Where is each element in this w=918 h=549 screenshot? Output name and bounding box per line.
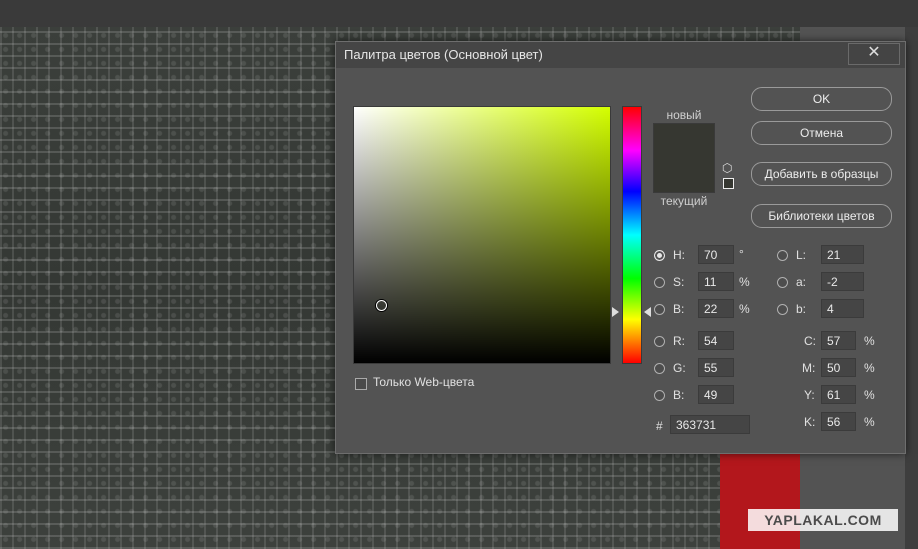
a-channel-label: a:: [796, 275, 807, 289]
magenta-field[interactable]: 50: [821, 358, 856, 377]
radio-blue[interactable]: [654, 390, 665, 401]
dialog-title: Палитра цветов (Основной цвет): [344, 47, 543, 62]
web-colors-checkbox[interactable]: [355, 378, 367, 390]
color-picker-dialog: Палитра цветов (Основной цвет) ✕ Только …: [335, 41, 906, 454]
hue-slider[interactable]: [622, 106, 642, 364]
hue-slider-right-arrow-icon[interactable]: [644, 307, 651, 317]
radio-saturation[interactable]: [654, 277, 665, 288]
close-icon[interactable]: ✕: [848, 43, 900, 65]
radio-hue[interactable]: [654, 250, 665, 261]
blue-label: B:: [673, 388, 685, 402]
b-channel-label: b:: [796, 302, 807, 316]
background-red-area: [720, 440, 800, 549]
cyan-field[interactable]: 57: [821, 331, 856, 350]
magenta-label: M:: [802, 361, 816, 375]
red-field[interactable]: 54: [698, 331, 734, 350]
watermark: YAPLAKAL.COM: [748, 509, 898, 531]
brightness-field[interactable]: 22: [698, 299, 734, 318]
out-of-gamut-cube-icon[interactable]: ⬡: [722, 162, 732, 174]
b-channel-field[interactable]: 4: [821, 299, 864, 318]
black-unit: %: [864, 415, 875, 429]
magenta-unit: %: [864, 361, 875, 375]
hex-label: #: [656, 419, 663, 433]
a-channel-field[interactable]: -2: [821, 272, 864, 291]
radio-a-channel[interactable]: [777, 277, 788, 288]
ok-button[interactable]: OK: [751, 87, 892, 111]
radio-green[interactable]: [654, 363, 665, 374]
lightness-field[interactable]: 21: [821, 245, 864, 264]
side-panel-strip: [905, 27, 918, 549]
saturation-field[interactable]: 11: [698, 272, 734, 291]
hue-field[interactable]: 70: [698, 245, 734, 264]
radio-lightness[interactable]: [777, 250, 788, 261]
black-field[interactable]: 56: [821, 412, 856, 431]
saturation-label: S:: [673, 275, 685, 289]
hue-slider-left-arrow-icon[interactable]: [612, 307, 619, 317]
green-label: G:: [673, 361, 686, 375]
color-libraries-button[interactable]: Библиотеки цветов: [751, 204, 892, 228]
yellow-label: Y:: [804, 388, 815, 402]
new-color-label: новый: [666, 108, 702, 122]
yellow-field[interactable]: 61: [821, 385, 856, 404]
yellow-unit: %: [864, 388, 875, 402]
hue-label: H:: [673, 248, 685, 262]
color-preview-swatch: [653, 123, 715, 193]
black-label: K:: [804, 415, 816, 429]
add-to-swatches-button[interactable]: Добавить в образцы: [751, 162, 892, 186]
web-safe-swatch-icon[interactable]: [723, 178, 734, 189]
hex-field[interactable]: 363731: [670, 415, 750, 434]
cyan-unit: %: [864, 334, 875, 348]
hue-unit: °: [739, 247, 744, 261]
radio-brightness[interactable]: [654, 304, 665, 315]
cyan-label: C:: [804, 334, 816, 348]
current-color-label: текущий: [660, 194, 708, 208]
green-field[interactable]: 55: [698, 358, 734, 377]
brightness-unit: %: [739, 302, 750, 316]
brightness-label: B:: [673, 302, 685, 316]
radio-b-channel[interactable]: [777, 304, 788, 315]
app-top-bar: [0, 0, 918, 28]
saturation-unit: %: [739, 275, 750, 289]
lightness-label: L:: [796, 248, 807, 262]
web-colors-label: Только Web-цвета: [373, 375, 475, 389]
blue-field[interactable]: 49: [698, 385, 734, 404]
color-field[interactable]: [353, 106, 611, 364]
color-field-cursor[interactable]: [376, 300, 387, 311]
dialog-titlebar: Палитра цветов (Основной цвет) ✕: [336, 42, 905, 68]
red-label: R:: [673, 334, 685, 348]
radio-red[interactable]: [654, 336, 665, 347]
cancel-button[interactable]: Отмена: [751, 121, 892, 145]
